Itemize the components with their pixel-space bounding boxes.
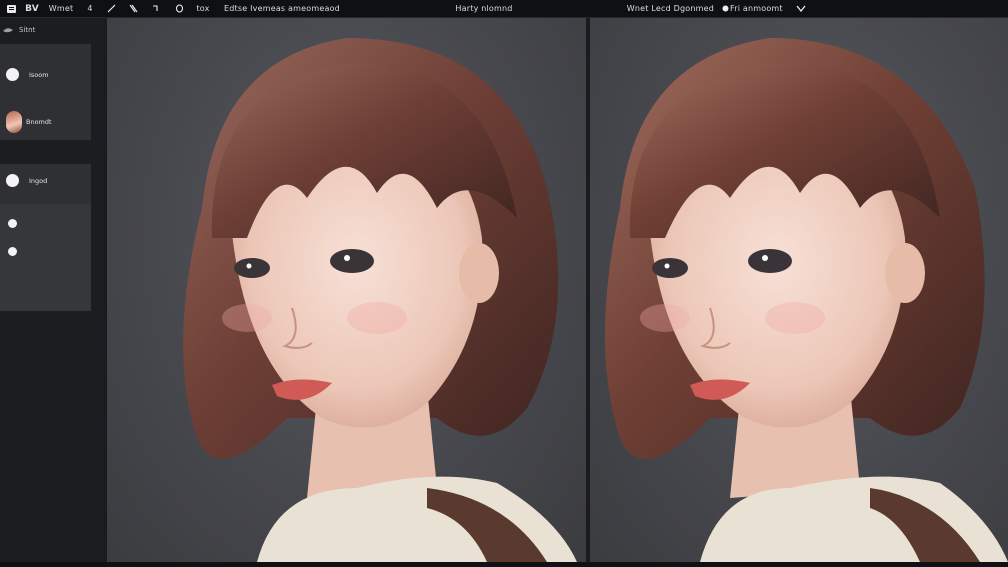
canvas-edited[interactable]	[590, 18, 1008, 562]
top-toolbar: BV Wmet 4 tox Edtse Ivemeas ameomeaod Ha…	[0, 0, 1008, 18]
menu-icon[interactable]	[4, 2, 18, 16]
comment-icon[interactable]	[720, 2, 730, 16]
tool-label[interactable]: tox	[196, 4, 209, 13]
portrait-image	[183, 38, 577, 562]
layer-visibility-dot[interactable]	[8, 219, 17, 228]
brush-icon[interactable]	[104, 2, 118, 16]
layer-label: Bnomdt	[26, 118, 52, 126]
document-title: Harty nlomnd	[455, 4, 513, 13]
sidebar-title: Sitnt	[19, 26, 36, 34]
layer-item[interactable]: Ingod	[6, 174, 47, 187]
document-tabs[interactable]: Edtse Ivemeas ameomeaod	[224, 4, 340, 13]
eye-icon[interactable]	[2, 27, 16, 34]
portrait-image	[605, 38, 1008, 562]
chevron-down-icon[interactable]	[794, 2, 808, 16]
pen-icon[interactable]	[126, 2, 140, 16]
bottom-status-bar	[0, 562, 1008, 567]
layer-visibility-dot[interactable]	[8, 247, 17, 256]
view-options[interactable]: Wnet Lecd Dgonmed	[627, 4, 714, 13]
layer-thumbnail	[6, 111, 22, 133]
layer-count: 4	[87, 4, 93, 13]
lasso-icon[interactable]	[172, 2, 186, 16]
sidebar-header: Sitnt	[0, 20, 104, 40]
layer-label: Ingod	[29, 176, 48, 185]
layer-visibility-dot[interactable]	[6, 174, 19, 187]
canvas-original[interactable]	[107, 18, 586, 562]
layer-item[interactable]: Isoom	[6, 68, 49, 81]
status-text: Fri anmoomt	[730, 4, 783, 13]
layer-item[interactable]: Bnomdt	[6, 111, 52, 133]
eraser-icon[interactable]	[148, 2, 162, 16]
layers-sidebar: Sitnt Isoom Bnomdt Ingod	[0, 18, 104, 567]
layer-visibility-dot[interactable]	[6, 68, 19, 81]
app-logo: BV	[25, 3, 39, 14]
layer-label: Isoom	[29, 70, 49, 79]
layer-item[interactable]	[8, 219, 17, 228]
app-window: BV Wmet 4 tox Edtse Ivemeas ameomeaod Ha…	[0, 0, 1008, 567]
layer-item[interactable]	[8, 247, 17, 256]
menu-file[interactable]: Wmet	[49, 4, 74, 13]
